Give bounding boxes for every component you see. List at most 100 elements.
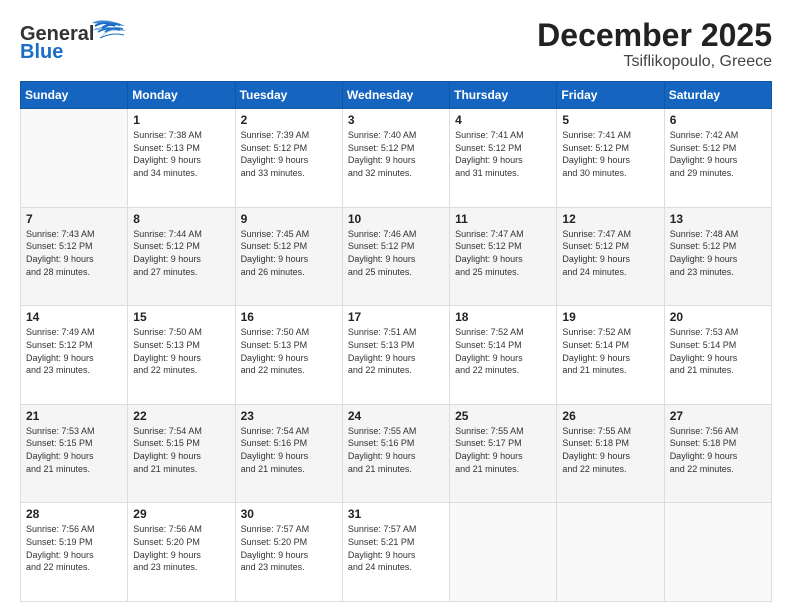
- calendar-cell: 5 Sunrise: 7:41 AM Sunset: 5:12 PM Daylig…: [557, 109, 664, 208]
- page-title: December 2025: [537, 18, 772, 53]
- day-info: Sunrise: 7:41 AM Sunset: 5:12 PM Dayligh…: [562, 129, 658, 179]
- logo-name: General Blue: [20, 18, 150, 63]
- day-number: 31: [348, 507, 444, 521]
- calendar-cell: 14 Sunrise: 7:49 AM Sunset: 5:12 PM Dayli…: [21, 306, 128, 405]
- calendar-week-row: 28Sunrise: 7:56 AM Sunset: 5:19 PM Dayli…: [21, 503, 772, 602]
- calendar-cell: 26 Sunrise: 7:55 AM Sunset: 5:18 PM Dayli…: [557, 404, 664, 503]
- day-info: Sunrise: 7:50 AM Sunset: 5:13 PM Dayligh…: [133, 326, 229, 376]
- day-info: Sunrise: 7:55 AM Sunset: 5:18 PM Dayligh…: [562, 425, 658, 475]
- calendar-cell: 12 Sunrise: 7:47 AM Sunset: 5:12 PM Dayli…: [557, 207, 664, 306]
- day-number: 2: [241, 113, 337, 127]
- calendar-week-row: 7Sunrise: 7:43 AM Sunset: 5:12 PM Daylig…: [21, 207, 772, 306]
- day-info: Sunrise: 7:51 AM Sunset: 5:13 PM Dayligh…: [348, 326, 444, 376]
- day-info: Sunrise: 7:44 AM Sunset: 5:12 PM Dayligh…: [133, 228, 229, 278]
- day-number: 12: [562, 212, 658, 226]
- calendar-cell: 20 Sunrise: 7:53 AM Sunset: 5:14 PM Dayli…: [664, 306, 771, 405]
- calendar-cell: 13Sunrise: 7:48 AM Sunset: 5:12 PM Dayli…: [664, 207, 771, 306]
- day-info: Sunrise: 7:55 AM Sunset: 5:16 PM Dayligh…: [348, 425, 444, 475]
- calendar-cell: 22 Sunrise: 7:54 AM Sunset: 5:15 PM Dayli…: [128, 404, 235, 503]
- calendar-cell: 30 Sunrise: 7:57 AM Sunset: 5:20 PM Dayli…: [235, 503, 342, 602]
- day-number: 29: [133, 507, 229, 521]
- day-number: 4: [455, 113, 551, 127]
- calendar-day-header: Thursday: [450, 82, 557, 109]
- day-number: 5: [562, 113, 658, 127]
- day-number: 7: [26, 212, 122, 226]
- calendar-week-row: 14 Sunrise: 7:49 AM Sunset: 5:12 PM Dayli…: [21, 306, 772, 405]
- day-number: 10: [348, 212, 444, 226]
- day-number: 11: [455, 212, 551, 226]
- day-info: Sunrise: 7:56 AM Sunset: 5:20 PM Dayligh…: [133, 523, 229, 573]
- calendar-cell: [557, 503, 664, 602]
- calendar-day-header: Saturday: [664, 82, 771, 109]
- calendar-cell: 19 Sunrise: 7:52 AM Sunset: 5:14 PM Dayli…: [557, 306, 664, 405]
- page: General Blue December 2025 Tsiflikopoulo…: [0, 0, 792, 612]
- day-info: Sunrise: 7:45 AM Sunset: 5:12 PM Dayligh…: [241, 228, 337, 278]
- calendar-cell: 18Sunrise: 7:52 AM Sunset: 5:14 PM Dayli…: [450, 306, 557, 405]
- calendar-cell: 8 Sunrise: 7:44 AM Sunset: 5:12 PM Daylig…: [128, 207, 235, 306]
- calendar-cell: 3Sunrise: 7:40 AM Sunset: 5:12 PM Daylig…: [342, 109, 449, 208]
- day-number: 22: [133, 409, 229, 423]
- day-info: Sunrise: 7:42 AM Sunset: 5:12 PM Dayligh…: [670, 129, 766, 179]
- day-info: Sunrise: 7:52 AM Sunset: 5:14 PM Dayligh…: [455, 326, 551, 376]
- calendar-cell: 17 Sunrise: 7:51 AM Sunset: 5:13 PM Dayli…: [342, 306, 449, 405]
- calendar-cell: [450, 503, 557, 602]
- day-info: Sunrise: 7:47 AM Sunset: 5:12 PM Dayligh…: [455, 228, 551, 278]
- calendar-cell: 21 Sunrise: 7:53 AM Sunset: 5:15 PM Dayli…: [21, 404, 128, 503]
- day-info: Sunrise: 7:39 AM Sunset: 5:12 PM Dayligh…: [241, 129, 337, 179]
- calendar-day-header: Monday: [128, 82, 235, 109]
- calendar-cell: [21, 109, 128, 208]
- calendar-day-header: Tuesday: [235, 82, 342, 109]
- logo-icon: General Blue: [20, 18, 150, 63]
- calendar-cell: 11 Sunrise: 7:47 AM Sunset: 5:12 PM Dayli…: [450, 207, 557, 306]
- calendar-cell: 10 Sunrise: 7:46 AM Sunset: 5:12 PM Dayli…: [342, 207, 449, 306]
- day-number: 27: [670, 409, 766, 423]
- day-number: 17: [348, 310, 444, 324]
- day-number: 19: [562, 310, 658, 324]
- day-number: 30: [241, 507, 337, 521]
- day-number: 9: [241, 212, 337, 226]
- calendar-cell: 7Sunrise: 7:43 AM Sunset: 5:12 PM Daylig…: [21, 207, 128, 306]
- calendar-table: SundayMondayTuesdayWednesdayThursdayFrid…: [20, 81, 772, 602]
- day-info: Sunrise: 7:57 AM Sunset: 5:20 PM Dayligh…: [241, 523, 337, 573]
- day-number: 14: [26, 310, 122, 324]
- day-number: 26: [562, 409, 658, 423]
- calendar-cell: 29 Sunrise: 7:56 AM Sunset: 5:20 PM Dayli…: [128, 503, 235, 602]
- day-info: Sunrise: 7:53 AM Sunset: 5:14 PM Dayligh…: [670, 326, 766, 376]
- day-info: Sunrise: 7:38 AM Sunset: 5:13 PM Dayligh…: [133, 129, 229, 179]
- day-info: Sunrise: 7:54 AM Sunset: 5:15 PM Dayligh…: [133, 425, 229, 475]
- calendar-day-header: Sunday: [21, 82, 128, 109]
- day-number: 16: [241, 310, 337, 324]
- day-info: Sunrise: 7:40 AM Sunset: 5:12 PM Dayligh…: [348, 129, 444, 179]
- calendar-cell: 16 Sunrise: 7:50 AM Sunset: 5:13 PM Dayli…: [235, 306, 342, 405]
- day-number: 13: [670, 212, 766, 226]
- day-info: Sunrise: 7:53 AM Sunset: 5:15 PM Dayligh…: [26, 425, 122, 475]
- day-info: Sunrise: 7:46 AM Sunset: 5:12 PM Dayligh…: [348, 228, 444, 278]
- day-info: Sunrise: 7:52 AM Sunset: 5:14 PM Dayligh…: [562, 326, 658, 376]
- day-number: 1: [133, 113, 229, 127]
- svg-text:Blue: Blue: [20, 41, 63, 63]
- calendar-cell: 31 Sunrise: 7:57 AM Sunset: 5:21 PM Dayli…: [342, 503, 449, 602]
- day-number: 8: [133, 212, 229, 226]
- day-info: Sunrise: 7:55 AM Sunset: 5:17 PM Dayligh…: [455, 425, 551, 475]
- day-info: Sunrise: 7:47 AM Sunset: 5:12 PM Dayligh…: [562, 228, 658, 278]
- day-info: Sunrise: 7:49 AM Sunset: 5:12 PM Dayligh…: [26, 326, 122, 376]
- calendar-cell: 9 Sunrise: 7:45 AM Sunset: 5:12 PM Daylig…: [235, 207, 342, 306]
- day-number: 20: [670, 310, 766, 324]
- calendar-cell: [664, 503, 771, 602]
- calendar-cell: 2 Sunrise: 7:39 AM Sunset: 5:12 PM Daylig…: [235, 109, 342, 208]
- calendar-header-row: SundayMondayTuesdayWednesdayThursdayFrid…: [21, 82, 772, 109]
- day-info: Sunrise: 7:50 AM Sunset: 5:13 PM Dayligh…: [241, 326, 337, 376]
- day-number: 21: [26, 409, 122, 423]
- header: General Blue December 2025 Tsiflikopoulo…: [20, 18, 772, 71]
- calendar-cell: 1 Sunrise: 7:38 AM Sunset: 5:13 PM Daylig…: [128, 109, 235, 208]
- day-number: 24: [348, 409, 444, 423]
- day-info: Sunrise: 7:54 AM Sunset: 5:16 PM Dayligh…: [241, 425, 337, 475]
- logo: General Blue: [20, 18, 150, 63]
- day-number: 15: [133, 310, 229, 324]
- calendar-cell: 15 Sunrise: 7:50 AM Sunset: 5:13 PM Dayli…: [128, 306, 235, 405]
- calendar-week-row: 1 Sunrise: 7:38 AM Sunset: 5:13 PM Daylig…: [21, 109, 772, 208]
- calendar-week-row: 21 Sunrise: 7:53 AM Sunset: 5:15 PM Dayli…: [21, 404, 772, 503]
- day-info: Sunrise: 7:56 AM Sunset: 5:19 PM Dayligh…: [26, 523, 122, 573]
- day-info: Sunrise: 7:57 AM Sunset: 5:21 PM Dayligh…: [348, 523, 444, 573]
- day-number: 23: [241, 409, 337, 423]
